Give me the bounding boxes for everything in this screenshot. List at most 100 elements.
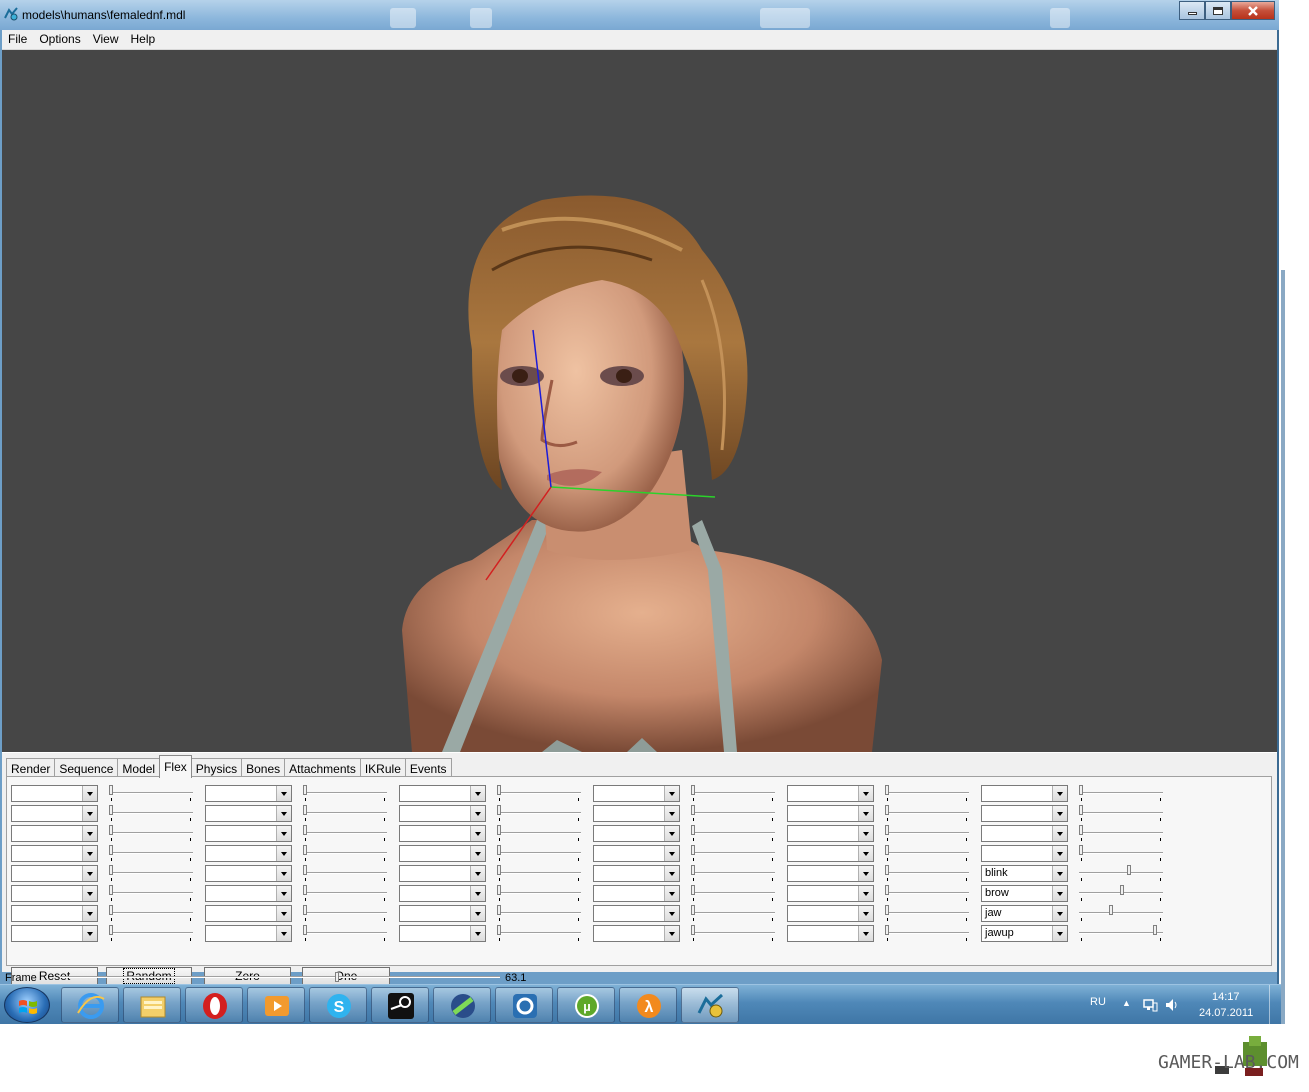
chevron-down-icon[interactable] (664, 906, 679, 921)
slider-thumb[interactable] (691, 825, 695, 835)
show-desktop-button[interactable] (1269, 985, 1281, 1025)
flex-weight-slider[interactable] (303, 805, 387, 822)
chevron-down-icon[interactable] (1052, 846, 1067, 861)
slider-thumb[interactable] (1153, 925, 1157, 935)
chevron-down-icon[interactable] (276, 846, 291, 861)
flex-controller-select[interactable] (205, 885, 292, 902)
3d-viewport[interactable] (2, 50, 1277, 752)
flex-weight-slider[interactable] (497, 865, 581, 882)
flex-weight-slider[interactable] (691, 865, 775, 882)
slider-thumb[interactable] (303, 885, 307, 895)
tray-expand-icon[interactable]: ▲ (1122, 998, 1131, 1008)
minimize-button[interactable] (1179, 1, 1205, 20)
slider-thumb[interactable] (109, 905, 113, 915)
flex-controller-select[interactable] (205, 825, 292, 842)
taskbar-button-rainmeter[interactable] (433, 987, 491, 1023)
flex-weight-slider[interactable] (109, 825, 193, 842)
flex-weight-slider[interactable] (109, 845, 193, 862)
flex-weight-slider[interactable] (885, 805, 969, 822)
flex-controller-select[interactable] (205, 785, 292, 802)
tab-sequence[interactable]: Sequence (54, 758, 119, 778)
flex-controller-select[interactable] (399, 925, 486, 942)
flex-controller-select[interactable] (205, 905, 292, 922)
flex-controller-select[interactable]: jawup (981, 925, 1068, 942)
language-indicator[interactable]: RU (1090, 996, 1106, 1008)
flex-weight-slider[interactable] (1079, 845, 1163, 862)
frame-slider-thumb[interactable] (335, 972, 339, 982)
flex-weight-slider[interactable] (691, 845, 775, 862)
slider-thumb[interactable] (109, 885, 113, 895)
flex-weight-slider[interactable] (885, 825, 969, 842)
taskbar-button-media-player[interactable] (247, 987, 305, 1023)
chevron-down-icon[interactable] (82, 866, 97, 881)
slider-thumb[interactable] (497, 865, 501, 875)
flex-weight-slider[interactable] (1079, 865, 1163, 882)
flex-controller-select[interactable] (787, 805, 874, 822)
flex-weight-slider[interactable] (885, 845, 969, 862)
flex-controller-select[interactable] (205, 925, 292, 942)
slider-thumb[interactable] (1127, 865, 1131, 875)
flex-weight-slider[interactable] (691, 805, 775, 822)
taskbar-button-hlmv[interactable] (681, 987, 739, 1023)
chevron-down-icon[interactable] (276, 786, 291, 801)
flex-weight-slider[interactable] (691, 885, 775, 902)
slider-thumb[interactable] (1109, 905, 1113, 915)
flex-controller-select[interactable]: blink (981, 865, 1068, 882)
flex-controller-select[interactable]: brow (981, 885, 1068, 902)
flex-controller-select[interactable] (399, 865, 486, 882)
chevron-down-icon[interactable] (664, 786, 679, 801)
slider-thumb[interactable] (1079, 825, 1083, 835)
flex-weight-slider[interactable] (497, 845, 581, 862)
chevron-down-icon[interactable] (1052, 906, 1067, 921)
flex-controller-select[interactable] (787, 905, 874, 922)
chevron-down-icon[interactable] (858, 866, 873, 881)
flex-weight-slider[interactable] (691, 925, 775, 942)
slider-thumb[interactable] (885, 785, 889, 795)
slider-thumb[interactable] (1079, 845, 1083, 855)
flex-weight-slider[interactable] (303, 785, 387, 802)
chevron-down-icon[interactable] (276, 926, 291, 941)
flex-weight-slider[interactable] (303, 845, 387, 862)
flex-controller-select[interactable] (399, 885, 486, 902)
chevron-down-icon[interactable] (1052, 926, 1067, 941)
flex-weight-slider[interactable] (109, 785, 193, 802)
chevron-down-icon[interactable] (276, 866, 291, 881)
flex-weight-slider[interactable] (497, 925, 581, 942)
chevron-down-icon[interactable] (664, 926, 679, 941)
slider-thumb[interactable] (497, 885, 501, 895)
flex-weight-slider[interactable] (1079, 885, 1163, 902)
flex-controller-select[interactable] (787, 885, 874, 902)
flex-weight-slider[interactable] (691, 905, 775, 922)
close-button[interactable] (1231, 1, 1275, 20)
flex-controller-select[interactable] (593, 865, 680, 882)
slider-thumb[interactable] (691, 845, 695, 855)
flex-controller-select[interactable] (205, 845, 292, 862)
chevron-down-icon[interactable] (276, 906, 291, 921)
taskbar-button-skype[interactable]: S (309, 987, 367, 1023)
chevron-down-icon[interactable] (664, 846, 679, 861)
chevron-down-icon[interactable] (1052, 886, 1067, 901)
flex-weight-slider[interactable] (497, 885, 581, 902)
chevron-down-icon[interactable] (858, 806, 873, 821)
flex-weight-slider[interactable] (885, 905, 969, 922)
tab-physics[interactable]: Physics (190, 758, 243, 778)
flex-weight-slider[interactable] (885, 925, 969, 942)
slider-thumb[interactable] (497, 925, 501, 935)
chevron-down-icon[interactable] (858, 886, 873, 901)
slider-thumb[interactable] (109, 825, 113, 835)
flex-weight-slider[interactable] (303, 865, 387, 882)
chevron-down-icon[interactable] (858, 786, 873, 801)
flex-weight-slider[interactable] (303, 905, 387, 922)
flex-controller-select[interactable] (11, 825, 98, 842)
chevron-down-icon[interactable] (664, 826, 679, 841)
tab-ikrule[interactable]: IKRule (359, 758, 406, 778)
chevron-down-icon[interactable] (470, 886, 485, 901)
flex-controller-select[interactable] (787, 845, 874, 862)
chevron-down-icon[interactable] (664, 866, 679, 881)
flex-controller-select[interactable] (593, 805, 680, 822)
flex-controller-select[interactable] (399, 805, 486, 822)
chevron-down-icon[interactable] (858, 926, 873, 941)
flex-controller-select[interactable] (981, 785, 1068, 802)
flex-controller-select[interactable] (205, 865, 292, 882)
slider-thumb[interactable] (109, 865, 113, 875)
